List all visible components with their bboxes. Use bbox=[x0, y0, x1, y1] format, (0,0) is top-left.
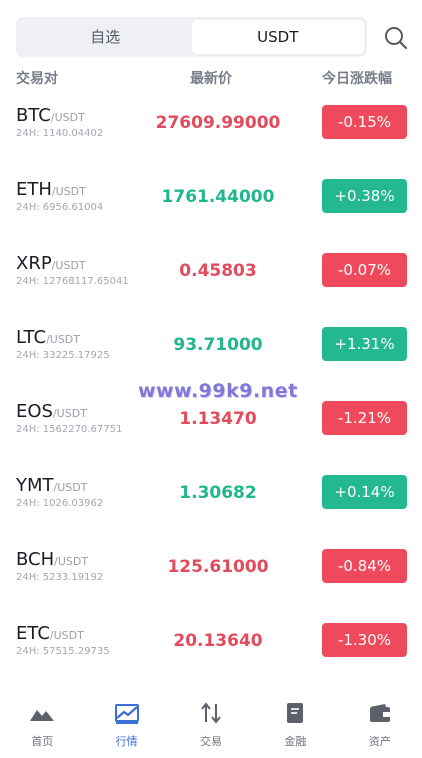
wallet-icon bbox=[369, 704, 390, 722]
market-row[interactable]: YMT/USDT 24H: 1026.03962 1.30682 +0.14% bbox=[0, 475, 422, 549]
last-price: 125.61000 bbox=[167, 557, 269, 577]
base-symbol: BCH bbox=[16, 549, 55, 570]
watermark-text: www.99k9.net bbox=[138, 380, 298, 402]
change-badge[interactable]: +0.14% bbox=[322, 475, 407, 509]
volume-24h: 24H: 1026.03962 bbox=[16, 498, 104, 509]
base-symbol: YMT bbox=[16, 475, 54, 496]
last-price: 1.30682 bbox=[179, 483, 257, 503]
change-badge[interactable]: +0.38% bbox=[322, 179, 407, 213]
header-pair: 交易对 bbox=[16, 71, 58, 87]
market-row[interactable]: BCH/USDT 24H: 5233.19192 125.61000 -0.84% bbox=[0, 549, 422, 623]
change-badge[interactable]: -0.15% bbox=[322, 105, 407, 139]
change-badge[interactable]: -0.07% bbox=[322, 253, 407, 287]
nav-label-market: 行情 bbox=[115, 735, 138, 748]
market-chart-icon bbox=[114, 704, 139, 724]
nav-item-assets[interactable]: 资产 bbox=[338, 690, 422, 758]
last-price: 1.13470 bbox=[179, 409, 257, 429]
volume-24h: 24H: 6956.61004 bbox=[16, 202, 104, 213]
base-symbol: ETH bbox=[16, 179, 52, 200]
tab-favorites[interactable]: 自选 bbox=[19, 20, 192, 54]
base-symbol: XRP bbox=[16, 253, 52, 274]
trade-arrows-icon bbox=[201, 702, 221, 724]
tab-usdt[interactable]: USDT bbox=[191, 20, 364, 54]
pair-symbol: ETH/USDT bbox=[16, 179, 86, 200]
base-symbol: EOS bbox=[16, 401, 53, 422]
pair-symbol: XRP/USDT bbox=[16, 253, 86, 274]
quote-symbol: /USDT bbox=[50, 111, 85, 124]
last-price: 93.71000 bbox=[173, 335, 263, 355]
quote-symbol: /USDT bbox=[51, 259, 86, 272]
market-row[interactable]: ETH/USDT 24H: 6956.61004 1761.44000 +0.38% bbox=[0, 179, 422, 253]
base-symbol: LTC bbox=[16, 327, 47, 348]
column-header: 交易对 最新价 今日涨跌幅 bbox=[0, 68, 422, 90]
base-symbol: BTC bbox=[16, 105, 51, 126]
pair-symbol: BCH/USDT bbox=[16, 549, 88, 570]
volume-24h: 24H: 1562270.67751 bbox=[16, 424, 123, 435]
market-row[interactable]: ETC/USDT 24H: 57515.29735 20.13640 -1.30% bbox=[0, 623, 422, 697]
market-row[interactable]: XRP/USDT 24H: 12768117.65041 0.45803 -0.07% bbox=[0, 253, 422, 327]
market-tab-switcher: 自选 USDT bbox=[16, 17, 367, 57]
change-badge[interactable]: -0.84% bbox=[322, 549, 407, 583]
quote-symbol: /USDT bbox=[46, 333, 80, 346]
nav-item-home[interactable]: 首页 bbox=[0, 690, 84, 758]
nav-label-home: 首页 bbox=[31, 735, 54, 748]
nav-item-finance[interactable]: 金融 bbox=[253, 690, 337, 758]
nav-label-assets: 资产 bbox=[368, 735, 391, 748]
header-change: 今日涨跌幅 bbox=[322, 71, 392, 87]
pair-symbol: LTC/USDT bbox=[16, 327, 80, 348]
quote-symbol: /USDT bbox=[51, 185, 86, 198]
pair-symbol: YMT/USDT bbox=[16, 475, 87, 496]
bottom-nav: 首页 行情 交易 金融 资产 bbox=[0, 690, 422, 758]
nav-item-market[interactable]: 行情 bbox=[84, 690, 168, 758]
search-icon[interactable] bbox=[382, 24, 410, 52]
quote-symbol: /USDT bbox=[53, 481, 88, 494]
finance-book-icon bbox=[287, 703, 304, 723]
volume-24h: 24H: 57515.29735 bbox=[16, 646, 110, 657]
quote-symbol: /USDT bbox=[52, 407, 87, 420]
market-row[interactable]: BTC/USDT 24H: 1140.04402 27609.99000 -0.15% bbox=[0, 105, 422, 179]
market-row[interactable]: EOS/USDT 24H: 1562270.67751 1.13470 -1.21% bbox=[0, 401, 422, 475]
home-icon bbox=[30, 710, 55, 721]
volume-24h: 24H: 33225.17925 bbox=[16, 350, 110, 361]
change-badge[interactable]: +1.31% bbox=[322, 327, 407, 361]
volume-24h: 24H: 5233.19192 bbox=[16, 572, 104, 583]
change-badge[interactable]: -1.30% bbox=[322, 623, 407, 657]
pair-symbol: EOS/USDT bbox=[16, 401, 87, 422]
pair-symbol: ETC/USDT bbox=[16, 623, 84, 644]
last-price: 20.13640 bbox=[173, 631, 263, 651]
change-badge[interactable]: -1.21% bbox=[322, 401, 407, 435]
last-price: 1761.44000 bbox=[161, 187, 275, 207]
quote-symbol: /USDT bbox=[49, 629, 84, 642]
base-symbol: ETC bbox=[16, 623, 50, 644]
last-price: 27609.99000 bbox=[155, 113, 281, 133]
nav-label-trade: 交易 bbox=[200, 735, 223, 748]
nav-item-trade[interactable]: 交易 bbox=[169, 690, 253, 758]
volume-24h: 24H: 12768117.65041 bbox=[16, 276, 129, 287]
nav-label-finance: 金融 bbox=[284, 735, 307, 748]
quote-symbol: /USDT bbox=[54, 555, 89, 568]
header-price: 最新价 bbox=[190, 71, 232, 87]
last-price: 0.45803 bbox=[179, 261, 257, 281]
pair-symbol: BTC/USDT bbox=[16, 105, 85, 126]
volume-24h: 24H: 1140.04402 bbox=[16, 128, 104, 139]
